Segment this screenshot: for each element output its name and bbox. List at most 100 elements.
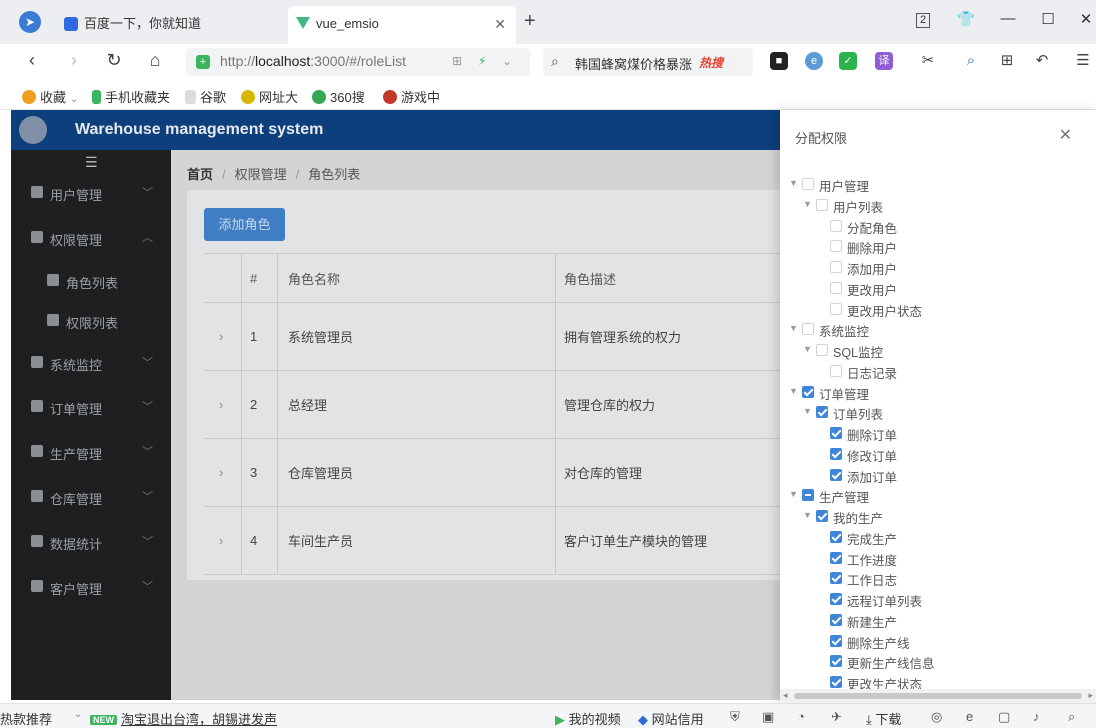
window-icon[interactable]: ▢ [998, 709, 1010, 725]
hot-recommend[interactable]: 热款推荐 [0, 709, 52, 728]
tree-checkbox[interactable] [830, 614, 842, 626]
tree-node[interactable]: 工作进度 [780, 548, 1080, 568]
tree-checkbox[interactable] [816, 199, 828, 211]
bolt-icon[interactable]: ⚡ [478, 54, 486, 68]
sidebar-item[interactable]: 数据统计 ﹀ [11, 520, 171, 564]
browser-tab-baidu[interactable]: 百度一下，你就知道 [56, 6, 276, 44]
tree-node[interactable]: ▼ 系统监控 [780, 319, 1080, 339]
tree-checkbox[interactable] [802, 323, 814, 335]
expand-row-icon[interactable]: › [204, 507, 241, 574]
expand-row-icon[interactable]: › [204, 371, 241, 438]
tree-node[interactable]: ▼ 生产管理 [780, 485, 1080, 505]
caret-down-icon[interactable]: ▼ [803, 406, 812, 416]
add-role-button[interactable]: 添加角色 [204, 208, 285, 241]
tree-node[interactable]: 新建生产 [780, 610, 1080, 630]
tree-checkbox[interactable] [816, 406, 828, 418]
shield-icon[interactable]: ⛨ [730, 709, 740, 725]
tree-node[interactable]: 工作日志 [780, 568, 1080, 588]
tree-checkbox[interactable] [830, 261, 842, 273]
sidebar-item[interactable]: 生产管理 ﹀ [11, 430, 171, 474]
grid-icon[interactable]: ⊞ [452, 54, 462, 68]
tab-counter[interactable]: 2 [916, 13, 930, 28]
rocket-icon[interactable]: ✈ [831, 709, 842, 725]
tree-node[interactable]: 更新生产线信息 [780, 651, 1080, 671]
tree-checkbox[interactable] [802, 489, 814, 501]
tree-checkbox[interactable] [802, 386, 814, 398]
tree-node[interactable]: ▼ 订单列表 [780, 402, 1080, 422]
tree-checkbox[interactable] [830, 593, 842, 605]
chevron-down-icon[interactable]: ⌄ [502, 54, 512, 68]
bookmark-mobile[interactable]: 手机收藏夹 [92, 87, 170, 106]
zoom-icon[interactable]: ⌕ [1068, 709, 1075, 725]
sidebar-item[interactable]: 系统监控 ﹀ [11, 341, 171, 385]
tree-node[interactable]: 添加用户 [780, 257, 1080, 277]
speed-icon[interactable]: ◔ [797, 709, 805, 724]
sidebar-item[interactable]: 订单管理 ﹀ [11, 385, 171, 429]
tree-checkbox[interactable] [816, 344, 828, 356]
search-text[interactable]: 韩国蜂窝煤价格暴涨 [575, 54, 692, 73]
tree-node[interactable]: 远程订单列表 [780, 589, 1080, 609]
tree-checkbox[interactable] [802, 178, 814, 190]
browser-compass-icon[interactable]: ➤ [19, 11, 41, 33]
tree-node[interactable]: 删除生产线 [780, 631, 1080, 651]
chevron-down-icon[interactable]: ⌄ [74, 709, 82, 720]
speaker-icon[interactable]: ♪ [1033, 709, 1040, 724]
tree-checkbox[interactable] [830, 240, 842, 252]
close-icon[interactable]: ✕ [1059, 125, 1072, 145]
caret-down-icon[interactable]: ▼ [789, 178, 798, 188]
apps-grid-icon[interactable]: ⊞ [998, 52, 1016, 70]
tree-checkbox[interactable] [830, 282, 842, 294]
reload-icon[interactable]: ↻ [102, 50, 126, 71]
address-bar[interactable]: + http://localhost:3000/#/roleList ⊞ ⚡ ⌄ [186, 48, 530, 76]
tree-node[interactable]: 更改用户状态 [780, 299, 1080, 319]
menu-icon[interactable]: ☰ [1074, 52, 1092, 70]
tree-node[interactable]: 更改用户 [780, 278, 1080, 298]
ie-icon[interactable]: e [805, 52, 823, 70]
tree-node[interactable]: 修改订单 [780, 444, 1080, 464]
tree-checkbox[interactable] [816, 510, 828, 522]
horizontal-scrollbar[interactable]: ◂ ▸ [780, 689, 1096, 703]
table-row[interactable]: › 2 总经理 管理仓库的权力 [204, 371, 794, 439]
my-videos[interactable]: ▶ 我的视频 [555, 709, 621, 728]
tree-node[interactable]: 分配角色 [780, 216, 1080, 236]
tree-checkbox[interactable] [830, 365, 842, 377]
sidebar-item[interactable]: 权限列表 [11, 299, 171, 343]
maximize-icon[interactable]: ☐ [1038, 10, 1058, 28]
browser-tab-vue[interactable]: vue_emsio ✕ [288, 6, 516, 44]
collapse-menu-icon[interactable]: ☰ [85, 154, 98, 171]
bookmark-google[interactable]: 谷歌 [185, 87, 226, 106]
shirt-icon[interactable]: 👕 [956, 10, 976, 28]
caret-down-icon[interactable]: ▼ [789, 386, 798, 396]
expand-row-icon[interactable]: › [204, 439, 241, 506]
sidebar-item[interactable]: 权限管理 ︿ [11, 216, 171, 260]
bookmark-favorites[interactable]: 收藏 ⌄ [22, 87, 78, 106]
tree-node[interactable]: ▼ 用户列表 [780, 195, 1080, 215]
tree-node[interactable]: 完成生产 [780, 527, 1080, 547]
news-ticker[interactable]: NEW 淘宝退出台湾，胡锡进发声 [90, 709, 277, 728]
bookmark-sites[interactable]: 网址大 [241, 87, 298, 106]
tree-checkbox[interactable] [830, 635, 842, 647]
tree-node[interactable]: 日志记录 [780, 361, 1080, 381]
caret-down-icon[interactable]: ▼ [803, 199, 812, 209]
caret-down-icon[interactable]: ▼ [789, 323, 798, 333]
close-window-icon[interactable]: ✕ [1076, 10, 1096, 28]
tree-checkbox[interactable] [830, 572, 842, 584]
bookmark-games[interactable]: 游戏中 [383, 87, 440, 106]
new-tab-icon[interactable]: + [524, 10, 536, 33]
back-icon[interactable]: ‹ [20, 50, 44, 71]
scissors-icon[interactable]: ✂ [919, 52, 937, 70]
sidebar-item[interactable]: 用户管理 ﹀ [11, 171, 171, 215]
expand-row-icon[interactable]: › [204, 303, 241, 370]
download-button[interactable]: ⤓ 下载 [866, 709, 901, 728]
tree-checkbox[interactable] [830, 303, 842, 315]
ie-small-icon[interactable]: e [966, 709, 973, 724]
tree-checkbox[interactable] [830, 448, 842, 460]
search-bar[interactable]: ⌕ 韩国蜂窝煤价格暴涨 热搜 [543, 48, 753, 76]
table-row[interactable]: › 1 系统管理员 拥有管理系统的权力 [204, 303, 794, 371]
tree-node[interactable]: ▼ 我的生产 [780, 506, 1080, 526]
tree-checkbox[interactable] [830, 427, 842, 439]
tree-node[interactable]: 删除订单 [780, 423, 1080, 443]
tree-node[interactable]: 删除用户 [780, 236, 1080, 256]
forward-icon[interactable]: › [62, 50, 86, 71]
magnifier-icon[interactable]: ⌕ [962, 52, 980, 70]
